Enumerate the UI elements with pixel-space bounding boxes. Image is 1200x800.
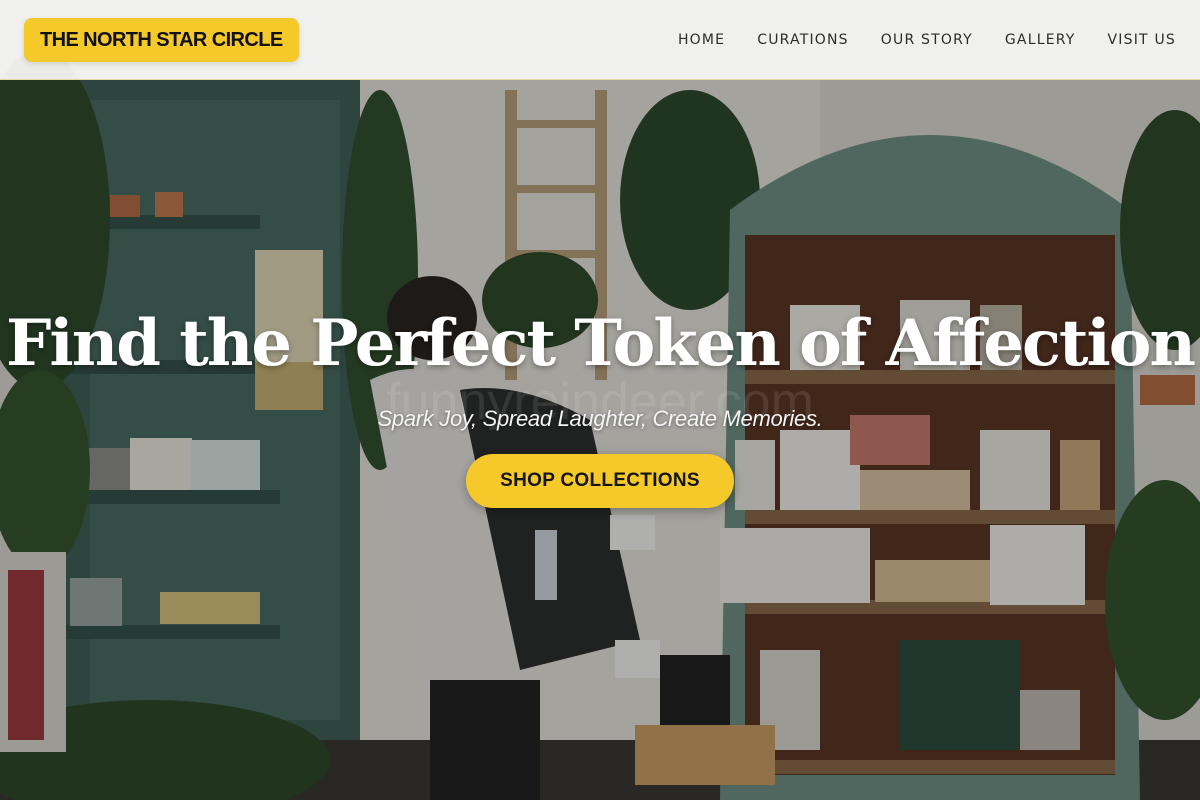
hero-content: Find the Perfect Token of Affection Spar… [0, 300, 1200, 508]
site-header: THE NORTH STAR CIRCLE HOME CURATIONS OUR… [0, 0, 1200, 80]
shop-collections-button[interactable]: SHOP COLLECTIONS [466, 454, 734, 508]
nav-curations[interactable]: CURATIONS [757, 32, 849, 48]
nav-gallery[interactable]: GALLERY [1005, 32, 1076, 48]
nav-home[interactable]: HOME [678, 32, 725, 48]
brand-logo[interactable]: THE NORTH STAR CIRCLE [24, 18, 299, 62]
nav-visit-us[interactable]: VISIT US [1108, 32, 1176, 48]
page: THE NORTH STAR CIRCLE HOME CURATIONS OUR… [0, 0, 1200, 800]
nav-our-story[interactable]: OUR STORY [881, 32, 973, 48]
main-nav: HOME CURATIONS OUR STORY GALLERY VISIT U… [678, 0, 1176, 80]
hero-headline: Find the Perfect Token of Affection [5, 306, 1196, 381]
hero-tagline: Spark Joy, Spread Laughter, Create Memor… [377, 406, 823, 431]
